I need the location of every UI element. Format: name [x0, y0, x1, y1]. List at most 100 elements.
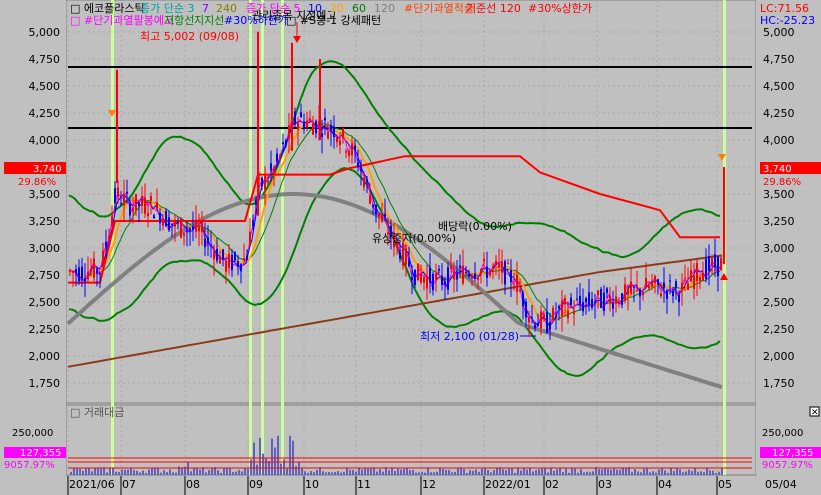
volume-bar	[625, 468, 627, 475]
candle-body	[681, 282, 683, 291]
candle-body	[228, 253, 230, 269]
volume-pane[interactable]	[65, 404, 757, 476]
candle-body	[471, 277, 473, 279]
volume-bar	[430, 472, 432, 475]
volume-bar	[106, 472, 108, 475]
volume-bar	[304, 471, 306, 475]
date-tick: 2022/01	[485, 478, 531, 491]
volume-bar	[553, 470, 555, 475]
volume-bar	[424, 472, 426, 475]
candle-body	[714, 254, 716, 268]
legend-item[interactable]: 지지선	[194, 14, 224, 27]
candle-body	[288, 125, 290, 139]
volume-bar	[157, 468, 159, 475]
candle-body	[174, 219, 176, 227]
price-tick-left: 2,250	[29, 323, 61, 336]
candle-body	[99, 273, 101, 275]
candle-body	[102, 250, 104, 266]
volume-bar	[400, 469, 402, 475]
price-tick-left: 3,000	[29, 242, 61, 255]
candle-body	[249, 231, 251, 247]
candle-body	[540, 311, 542, 329]
candle-body	[579, 295, 581, 305]
volume-bar	[235, 471, 237, 475]
candle-body	[315, 120, 317, 134]
volume-bar	[712, 470, 714, 475]
candle-body	[243, 258, 245, 261]
volume-bar	[166, 472, 168, 475]
volume-bar	[568, 472, 570, 475]
candle-body	[474, 273, 476, 279]
volume-bar	[70, 471, 72, 475]
volume-bar	[265, 458, 267, 475]
price-tick-left: 4,750	[29, 53, 61, 66]
volume-bar	[583, 472, 585, 475]
price-pane[interactable]	[65, 0, 757, 404]
candle-body	[573, 310, 575, 315]
volume-bar	[160, 472, 162, 475]
candle-body	[273, 167, 275, 175]
volume-bar	[199, 469, 201, 475]
volume-bar	[634, 469, 636, 475]
volume-bar	[73, 468, 75, 475]
date-tick: 11	[357, 478, 371, 491]
price-tick-left: 1,750	[29, 377, 61, 390]
current-pct-right: 29.86%	[763, 177, 801, 188]
close-icon[interactable]: ✕	[811, 408, 819, 418]
price-tick-right: 2,000	[763, 350, 795, 363]
date-tick: 10	[305, 478, 319, 491]
high-annotation: 최고 5,002 (09/08)	[140, 30, 239, 43]
price-tick-left: 4,000	[29, 134, 61, 147]
volume-bar	[79, 468, 81, 475]
candle-body	[546, 311, 548, 333]
volume-bar	[535, 470, 537, 475]
stock-chart[interactable]: 5,0004,7504,5004,2504,0003,7503,5003,250…	[0, 0, 821, 495]
volume-bar	[145, 472, 147, 475]
candle-body	[510, 270, 512, 283]
candle-body	[129, 202, 131, 216]
date-tick: 03	[598, 478, 612, 491]
legend-item[interactable]: 기준선 120	[466, 2, 521, 15]
legend-item[interactable]: □ #S봉-1 강세패턴	[286, 14, 381, 27]
candle-body	[216, 248, 218, 261]
volume-bar	[277, 435, 279, 475]
candle-body	[645, 277, 647, 288]
volume-bar	[211, 467, 213, 475]
candle-body	[213, 251, 215, 260]
current-price-left: 3,740	[33, 164, 62, 175]
legend-item[interactable]: 저항선	[164, 14, 194, 27]
candle-body	[90, 269, 92, 273]
date-tick: 09	[249, 478, 263, 491]
legend-item[interactable]: #30%상한가	[528, 2, 592, 15]
volume-bar	[346, 467, 348, 475]
legend-item[interactable]: #30%하한가	[224, 13, 288, 27]
price-tick-left: 3,500	[29, 188, 61, 201]
legend-item[interactable]: □ #단기과열팔봉예고	[70, 14, 174, 27]
candle-body	[585, 298, 587, 303]
candle-body	[159, 212, 161, 224]
candle-body	[441, 275, 443, 285]
candle-body	[498, 263, 500, 268]
volume-bar	[679, 469, 681, 475]
volume-bar	[226, 467, 228, 475]
candle-body	[660, 293, 662, 297]
candle-body	[270, 163, 272, 171]
candle-body	[402, 242, 404, 266]
candle-body	[636, 285, 638, 287]
candle-body	[225, 260, 227, 272]
candle-body	[480, 269, 482, 274]
date-tick: 2021/06	[69, 478, 115, 491]
volume-bar	[682, 472, 684, 475]
volume-bar	[172, 472, 174, 475]
volume-bar	[220, 472, 222, 475]
price-tick-left: 2,500	[29, 296, 61, 309]
candle-body	[654, 276, 656, 284]
legend-item[interactable]: #단기과열적출	[404, 2, 474, 15]
candle-body	[444, 281, 446, 285]
volume-bar	[196, 468, 198, 475]
legend-row-2[interactable]: □ #단기과열팔봉예고저항선 지지선 #30%하한가□ #S봉-1 강세패턴	[70, 13, 381, 27]
volume-bar	[664, 470, 666, 475]
volume-bar	[97, 468, 99, 475]
price-tick-left: 3,250	[29, 215, 61, 228]
volume-bar	[511, 468, 513, 475]
